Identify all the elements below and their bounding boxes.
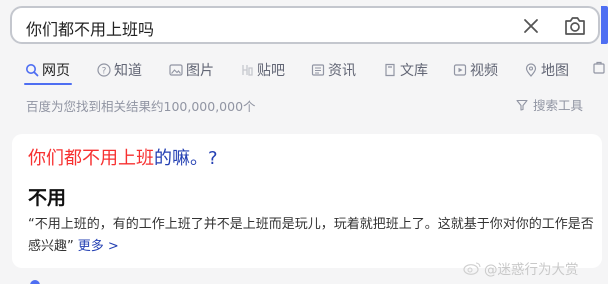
more-link[interactable]: 更多 > (78, 239, 119, 254)
watermark: @迷惑行为大赏 (463, 258, 579, 278)
tab-label: 图片 (186, 63, 214, 79)
result-title-link[interactable]: 你们都不用上班的嘛。? (28, 146, 218, 172)
watermark-text: @迷惑行为大赏 (484, 262, 579, 278)
tools-label: 搜索工具 (533, 98, 584, 113)
tab-label: 网页 (42, 63, 70, 79)
question-icon: ? (97, 63, 111, 77)
result-card: 你们都不用上班的嘛。? 不用 “不用上班的，有的工作上班了并不是上班而是玩儿，玩… (12, 134, 602, 268)
title-rest: 的嘛。? (154, 148, 218, 169)
tab-label: 地图 (541, 63, 569, 79)
tab-video[interactable]: 视频 (453, 58, 498, 82)
clear-icon[interactable] (520, 15, 542, 37)
tab-label: 贴吧 (257, 63, 285, 79)
camera-icon[interactable] (562, 14, 588, 38)
result-count: 百度为您找到相关结果约100,000,000个 (26, 99, 256, 114)
active-tab-indicator (24, 83, 72, 85)
answer-text: 不用 (28, 187, 67, 209)
tab-tieba[interactable]: 贴吧 (240, 58, 285, 82)
tab-label: 知道 (114, 63, 142, 79)
answer-snippet: “不用上班的，有的工作上班了并不是上班而是玩儿，玩着就把班上了。这就基于你对你的… (28, 214, 594, 258)
doc-icon (385, 63, 395, 77)
weibo-logo-icon (463, 262, 481, 275)
next-result-indicator (30, 280, 40, 284)
search-tabs: 网页 ? 知道 图片 贴吧 资讯 文库 视频 地图 (0, 56, 608, 86)
search-icon (26, 64, 39, 77)
video-icon (453, 64, 467, 76)
tab-map[interactable]: 地图 (524, 58, 569, 82)
tieba-icon (242, 65, 253, 76)
search-input[interactable]: 你们都不用上班吗 (26, 16, 154, 40)
image-icon (169, 64, 183, 76)
tab-label: 资讯 (328, 63, 356, 79)
tab-zhidao[interactable]: ? 知道 (97, 58, 142, 82)
tab-wenku[interactable]: 文库 (383, 58, 428, 82)
title-highlight: 你们都不用上班 (28, 148, 154, 169)
tab-web[interactable]: 网页 (25, 58, 70, 82)
tab-news[interactable]: 资讯 (311, 58, 356, 82)
search-bar[interactable]: 你们都不用上班吗 (10, 6, 600, 44)
tab-images[interactable]: 图片 (169, 58, 214, 82)
search-tools-button[interactable]: 搜索工具 (516, 95, 583, 114)
tab-label: 文库 (400, 63, 428, 79)
tab-label: 视频 (470, 63, 498, 79)
search-submit-button[interactable] (601, 6, 608, 44)
more-tabs-icon[interactable] (592, 60, 606, 74)
svg-text:?: ? (102, 66, 107, 76)
filter-icon (516, 99, 528, 111)
news-icon (311, 64, 325, 76)
map-pin-icon (525, 63, 537, 77)
